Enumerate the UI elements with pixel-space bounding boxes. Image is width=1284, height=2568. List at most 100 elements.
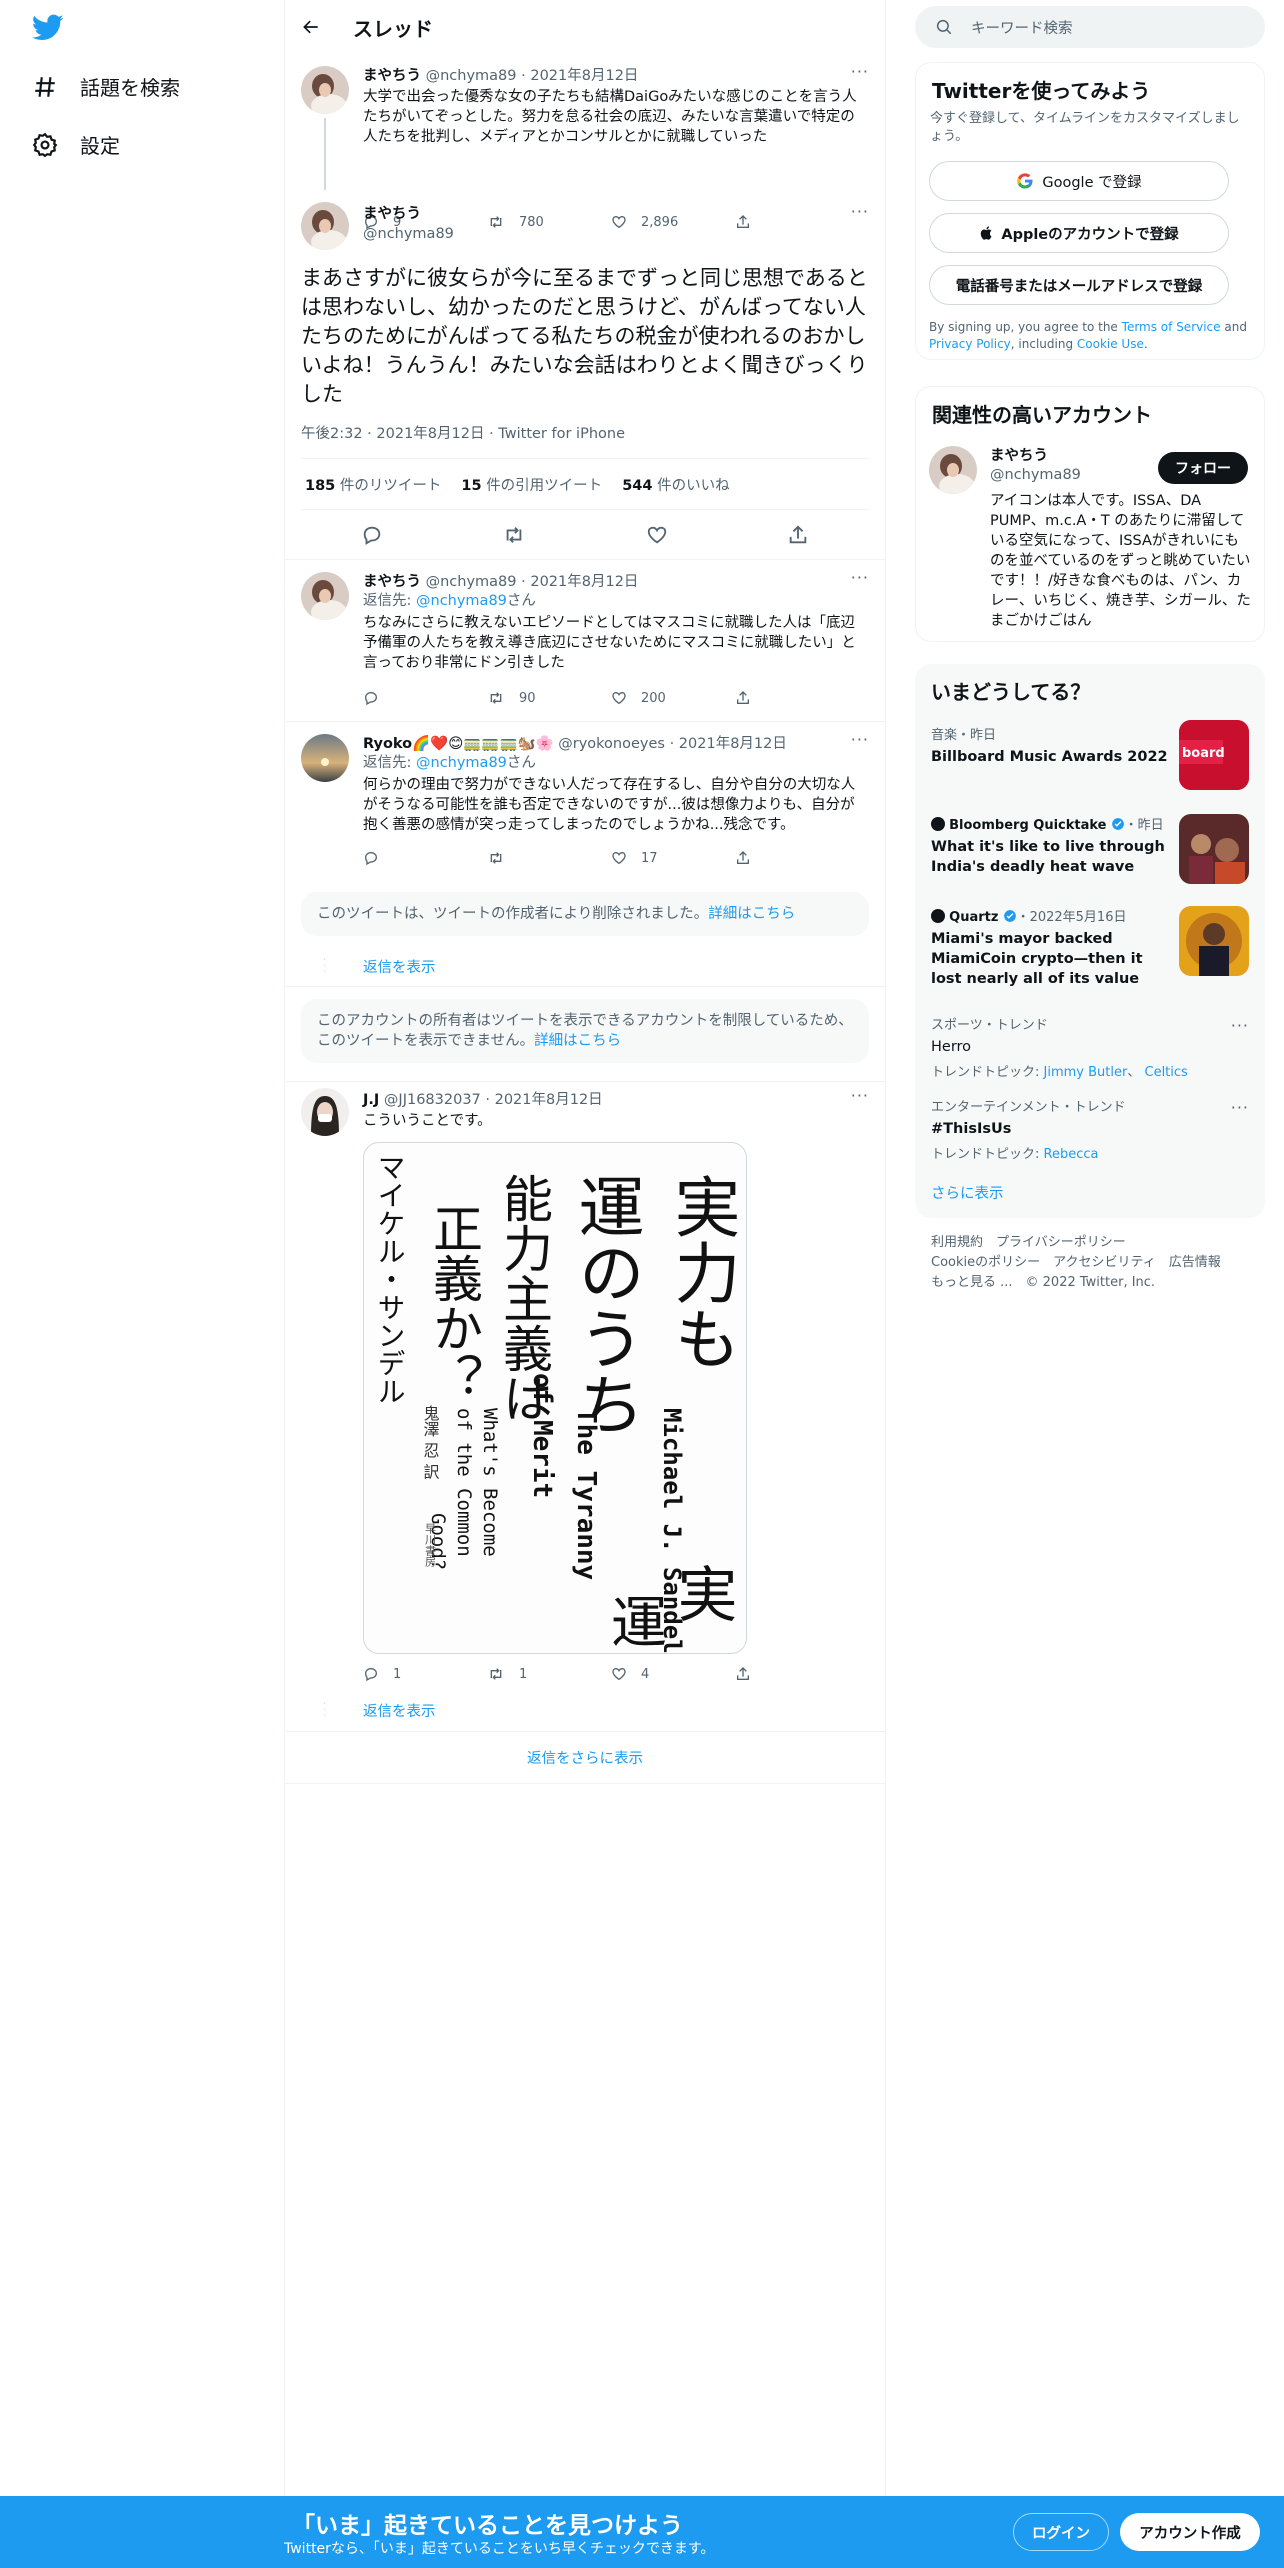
more-icon[interactable]: ··· [851, 62, 869, 81]
avatar[interactable] [301, 66, 349, 114]
reply-to-link[interactable]: @nchyma89 [416, 755, 507, 771]
quote-stats[interactable]: 15 件の引用ツイート [461, 474, 602, 495]
trend-item[interactable]: エンターテインメント・トレンド #ThisIsUs トレンドトピック: Rebe… [931, 1096, 1249, 1162]
display-name[interactable]: まやちう [363, 206, 421, 222]
phone-email-signup-button[interactable]: 電話番号またはメールアドレスで登録 [929, 265, 1229, 305]
create-account-button[interactable]: アカウント作成 [1120, 2513, 1260, 2551]
display-name[interactable]: まやちう [363, 68, 421, 84]
tweet-parent[interactable]: まやちう @nchyma89 · 2021年8月12日 大学で出会った優秀な女の… [285, 54, 885, 230]
book-en-sub2: of the Common [453, 1408, 475, 1557]
retweet-icon [490, 852, 502, 864]
more-icon[interactable]: ··· [851, 568, 869, 587]
tweet-date[interactable]: 2021年8月12日 [495, 1092, 603, 1108]
learn-more-link[interactable]: 詳細はこちら [534, 1033, 621, 1049]
footer-link[interactable]: もっと見る ... [931, 1275, 1013, 1290]
more-icon[interactable]: ··· [851, 202, 869, 221]
footer-link[interactable]: アクセシビリティ [1053, 1255, 1156, 1270]
more-icon[interactable]: ··· [1231, 1098, 1249, 1117]
like-button[interactable]: 4 [611, 1666, 735, 1682]
trend-image[interactable] [1179, 814, 1249, 884]
related-accounts-panel: 関連性の高いアカウント まやちう @nchyma89 フォロー アイコンは本人で… [915, 386, 1265, 642]
share-icon[interactable] [787, 524, 809, 546]
share-button[interactable] [735, 690, 859, 706]
reply-button[interactable] [363, 850, 487, 866]
handle[interactable]: @nchyma89 [363, 224, 454, 244]
trend-meta: スポーツ・トレンド [931, 1018, 1048, 1033]
footer-link[interactable]: プライバシーポリシー [996, 1235, 1126, 1250]
trend-item[interactable]: スポーツ・トレンド Herro トレンドトピック: Jimmy Butler、 … [931, 1014, 1249, 1080]
apple-signup-button[interactable]: Appleのアカウントで登録 [929, 213, 1229, 253]
more-icon[interactable]: ··· [851, 730, 869, 749]
more-icon[interactable]: ··· [851, 1086, 869, 1105]
topic-link[interactable]: Celtics [1145, 1065, 1188, 1080]
login-button[interactable]: ログイン [1013, 2513, 1109, 2551]
like-button[interactable]: 200 [611, 690, 735, 706]
display-name[interactable]: まやちう [990, 448, 1048, 464]
search-box[interactable]: キーワード検索 [915, 6, 1265, 48]
reply-button[interactable]: 1 [363, 1666, 487, 1682]
nav-settings[interactable]: 設定 [32, 130, 120, 159]
display-name[interactable]: まやちう [363, 574, 421, 590]
retweet-icon[interactable] [502, 524, 526, 546]
trend-image[interactable] [1179, 906, 1249, 976]
share-button[interactable] [735, 1666, 859, 1682]
search-input[interactable]: キーワード検索 [971, 17, 1073, 38]
twitter-logo-icon[interactable] [31, 14, 64, 46]
cookie-link[interactable]: Cookie Use [1077, 337, 1144, 351]
handle[interactable]: @nchyma89 [990, 466, 1081, 485]
learn-more-link[interactable]: 詳細はこちら [708, 906, 795, 922]
nav-explore[interactable]: 話題を検索 [32, 72, 180, 101]
tweet-date[interactable]: 2021年8月12日 [530, 68, 638, 84]
tweet-timestamp[interactable]: 午後2:32 · 2021年8月12日 · Twitter for iPhone [301, 422, 625, 443]
avatar[interactable] [301, 734, 349, 782]
book-title-overflow2: 運 [602, 1593, 667, 1649]
reply-tweet[interactable]: まやちう @nchyma89 · 2021年8月12日 返信先: @nchyma… [285, 560, 885, 722]
like-button[interactable]: 17 [611, 850, 735, 866]
avatar[interactable] [301, 1088, 349, 1136]
retweet-button[interactable]: 1 [487, 1666, 611, 1682]
avatar[interactable] [929, 446, 977, 494]
handle[interactable]: @JJ16832037 [384, 1092, 481, 1108]
more-icon[interactable]: ··· [1231, 1016, 1249, 1035]
main-column: スレッド まやちう @nchyma89 · 2021年8月12日 大学で出会った… [284, 0, 886, 2500]
reply-tweet[interactable]: J.J @JJ16832037 · 2021年8月12日 こういうことです。 ·… [285, 1082, 885, 1732]
retweet-stats[interactable]: 185 件のリツイート [305, 474, 441, 495]
handle[interactable]: @ryokonoeyes [558, 736, 665, 752]
topic-link[interactable]: Jimmy Butler [1044, 1065, 1128, 1080]
share-button[interactable] [735, 850, 859, 866]
tweet-date[interactable]: 2021年8月12日 [530, 574, 638, 590]
tweet-image-book-cover[interactable]: 実力も 運のうち 能力主義は 正義か？ マイケル・サンデル 鬼澤 忍 訳 Mic… [363, 1142, 747, 1654]
retweet-button[interactable] [487, 850, 611, 866]
footer-link[interactable]: Cookieのポリシー [931, 1255, 1040, 1270]
topic-link[interactable]: Rebecca [1044, 1147, 1099, 1162]
show-replies-link[interactable]: 返信を表示 [363, 1700, 436, 1721]
footer-link[interactable]: 利用規約 [931, 1235, 983, 1250]
handle[interactable]: @nchyma89 [426, 68, 517, 84]
book-en-sub1: What's Become [479, 1408, 501, 1557]
show-more-replies-button[interactable]: 返信をさらに表示 [285, 1732, 885, 1784]
reply-to-link[interactable]: @nchyma89 [416, 593, 507, 609]
show-more-trends-link[interactable]: さらに表示 [931, 1182, 1004, 1203]
footer-link[interactable]: 広告情報 [1169, 1255, 1221, 1270]
reply-icon[interactable] [361, 524, 383, 546]
back-arrow-icon[interactable] [301, 17, 321, 37]
avatar[interactable] [301, 202, 349, 250]
trend-title: Herro [931, 1039, 972, 1055]
follow-button[interactable]: フォロー [1158, 452, 1248, 484]
reply-tweet[interactable]: Ryoko🌈❤️😊🚃🚃🚃🐿️🌸 @ryokonoeyes · 2021年8月12… [285, 722, 885, 986]
like-stats[interactable]: 544 件のいいね [622, 474, 729, 495]
privacy-link[interactable]: Privacy Policy [929, 337, 1011, 351]
display-name[interactable]: Ryoko🌈❤️😊🚃🚃🚃🐿️🌸 [363, 736, 554, 752]
book-title-col1: 実力も [664, 1173, 741, 1371]
avatar[interactable] [301, 572, 349, 620]
trend-image[interactable]: board [1179, 720, 1249, 790]
show-replies-link[interactable]: 返信を表示 [363, 956, 436, 977]
retweet-button[interactable]: 90 [487, 690, 611, 706]
handle[interactable]: @nchyma89 [426, 574, 517, 590]
terms-link[interactable]: Terms of Service [1122, 320, 1221, 334]
reply-button[interactable] [363, 690, 487, 706]
google-signup-button[interactable]: Google で登録 [929, 161, 1229, 201]
display-name[interactable]: J.J [363, 1092, 379, 1108]
tweet-date[interactable]: 2021年8月12日 [679, 736, 787, 752]
heart-icon[interactable] [646, 524, 668, 546]
